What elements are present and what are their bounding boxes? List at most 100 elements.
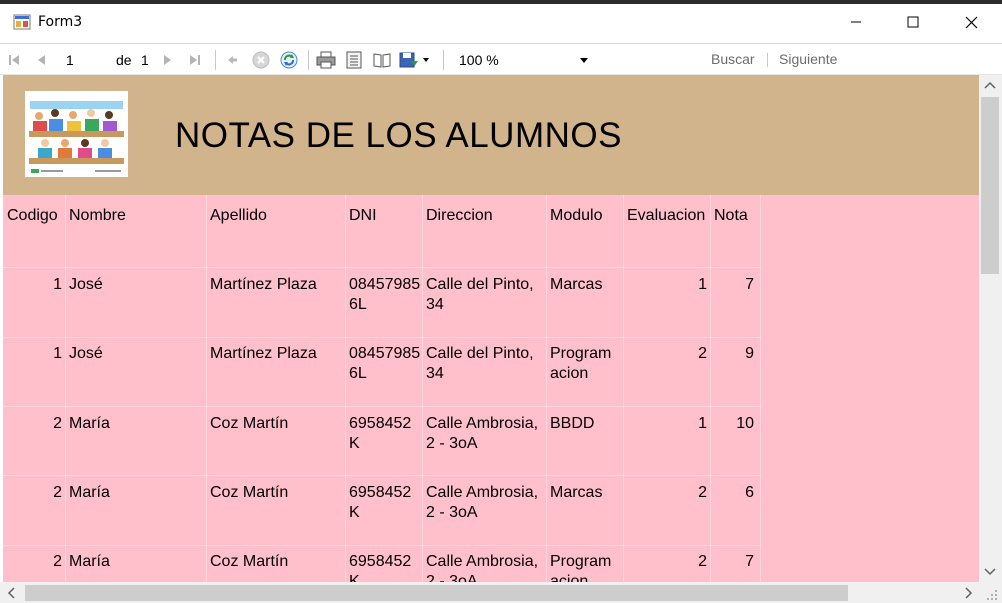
row-divider [3, 475, 761, 476]
table-row-codigo: 2 [53, 415, 62, 432]
column-divider [345, 195, 346, 582]
table-row-modulo: BBDD [550, 415, 595, 432]
table-row-direccion: Calle Ambrosia, 2 - 3oA [426, 415, 539, 452]
table-row-dni: 08457985 6L [349, 345, 421, 382]
refresh-button[interactable] [279, 50, 299, 70]
table-row-apellido: Coz Martín [210, 553, 289, 570]
column-header-apellido: Apellido [210, 207, 267, 224]
close-icon [965, 16, 977, 28]
scroll-down-icon[interactable] [983, 565, 997, 577]
column-header-direccion: Direccion [426, 207, 493, 224]
table-row-modulo: Program acion [550, 553, 612, 582]
table-row-apellido: Coz Martín [210, 484, 289, 501]
scroll-right-icon[interactable] [962, 586, 974, 600]
chevron-down-icon [580, 58, 588, 63]
page-setup-button[interactable] [371, 50, 393, 70]
row-divider [3, 406, 761, 407]
chevron-down-icon [423, 58, 429, 62]
table-row-nombre: María [69, 553, 110, 570]
print-layout-button[interactable] [343, 50, 365, 70]
table-row-nota: 10 [736, 415, 754, 432]
app-icon [13, 14, 31, 30]
table-row-evaluacion: 2 [698, 553, 707, 570]
resize-grip-icon[interactable] [987, 590, 998, 601]
table-row-apellido: Martínez Plaza [210, 276, 317, 293]
toolbar-separator [215, 50, 216, 70]
print-layout-icon [346, 51, 362, 69]
close-button[interactable] [942, 4, 1000, 40]
scroll-left-icon[interactable] [6, 586, 18, 600]
table-row-evaluacion: 1 [698, 415, 707, 432]
table-row-nota: 7 [745, 553, 754, 570]
table-row-nombre: María [69, 415, 110, 432]
title-bar[interactable]: Form3 [0, 4, 1002, 42]
column-divider [546, 195, 547, 582]
table-row-dni: 6958452 K [349, 484, 412, 521]
find-next-link[interactable]: Siguiente [779, 51, 837, 67]
find-text: Buscar [711, 51, 755, 67]
minimize-button[interactable] [827, 4, 885, 40]
vertical-scroll-thumb[interactable] [981, 97, 999, 274]
table-row-codigo: 1 [53, 345, 62, 362]
column-header-evaluacion: Evaluacion [627, 207, 706, 224]
report-viewer-window: Form3 1 de 1 100 % Buscar Siguiente NOTA… [0, 0, 1002, 603]
classroom-illustration [25, 91, 128, 177]
table-row-apellido: Martínez Plaza [210, 345, 317, 362]
table-row-modulo: Program acion [550, 345, 612, 382]
table-row-nombre: José [69, 345, 103, 362]
next-page-button[interactable] [158, 50, 176, 70]
maximize-button[interactable] [884, 4, 942, 40]
page-setup-icon [373, 53, 391, 68]
scroll-up-icon[interactable] [983, 80, 997, 92]
column-header-nombre: Nombre [69, 207, 126, 224]
report-toolbar: 1 de 1 100 % Buscar Siguiente [0, 43, 1002, 75]
zoom-dropdown[interactable]: 100 % [452, 48, 594, 72]
horizontal-scroll-thumb[interactable] [25, 585, 848, 601]
minimize-icon [851, 21, 861, 23]
print-button[interactable] [315, 50, 337, 70]
row-divider [3, 267, 761, 268]
page-of-text: de [116, 52, 132, 68]
current-page-value: 1 [66, 52, 74, 68]
current-page-input[interactable]: 1 [60, 50, 110, 70]
report-page[interactable]: NOTAS DE LOS ALUMNOS Codigo Nombre Apell… [3, 75, 979, 582]
table-row-nombre: María [69, 484, 110, 501]
first-page-icon [9, 55, 19, 65]
report-title: NOTAS DE LOS ALUMNOS [175, 116, 622, 155]
stop-button[interactable] [251, 50, 271, 70]
export-button[interactable] [399, 50, 433, 70]
export-icon [399, 52, 418, 68]
first-page-button[interactable] [5, 50, 23, 70]
page-of-label: de [116, 50, 132, 70]
table-row-codigo: 2 [53, 553, 62, 570]
table-row-evaluacion: 2 [698, 345, 707, 362]
table-row-dni: 6958452 K [349, 553, 412, 582]
find-next-text: Siguiente [779, 51, 838, 67]
previous-page-icon [38, 55, 45, 65]
table-row-nota: 6 [745, 484, 754, 501]
table-row-nota: 7 [745, 276, 754, 293]
column-divider [710, 195, 711, 582]
table-row-nota: 9 [745, 345, 754, 362]
table-row-nombre: José [69, 276, 103, 293]
table-row-apellido: Coz Martín [210, 415, 289, 432]
print-icon [316, 51, 336, 69]
table-row-dni: 6958452 K [349, 415, 412, 452]
refresh-icon [280, 51, 298, 69]
previous-page-button[interactable] [33, 50, 51, 70]
total-pages-label: 1 [141, 50, 149, 70]
window-title: Form3 [38, 14, 83, 30]
table-row-codigo: 1 [53, 276, 62, 293]
row-divider [3, 545, 761, 546]
column-divider [65, 195, 66, 582]
last-page-button[interactable] [186, 50, 204, 70]
table-row-evaluacion: 2 [698, 484, 707, 501]
column-header-dni: DNI [349, 207, 377, 224]
table-row-dni: 08457985 6L [349, 276, 421, 313]
toolbar-separator [767, 53, 768, 67]
back-button[interactable] [223, 50, 241, 70]
find-link[interactable]: Buscar [711, 51, 755, 67]
table-row-direccion: Calle Ambrosia, 2 - 3oA [426, 553, 539, 582]
toolbar-separator [308, 50, 309, 70]
last-page-icon [190, 55, 200, 65]
